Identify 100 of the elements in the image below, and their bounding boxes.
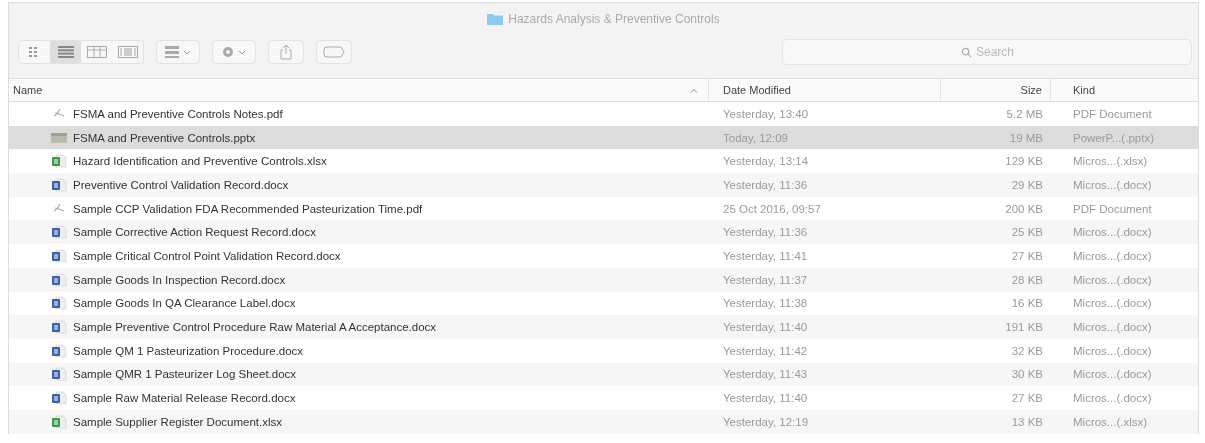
file-name: Sample Raw Material Release Record.docx xyxy=(73,392,296,405)
file-kind: Micros...(.docx) xyxy=(1073,368,1152,381)
file-kind: Micros...(.docx) xyxy=(1073,273,1152,286)
date-modified: Today, 12:09 xyxy=(723,131,788,144)
date-modified: Yesterday, 13:14 xyxy=(723,155,809,168)
file-row[interactable]: Sample Raw Material Release Record.docx Yesterday, 11:40 27 KB Micros...(.docx) xyxy=(9,386,1198,410)
docx-file-icon xyxy=(51,391,67,406)
file-name: FSMA and Preventive Controls.pptx xyxy=(73,131,256,144)
action-button[interactable] xyxy=(212,40,256,64)
column-header[interactable]: Kind xyxy=(1051,79,1198,101)
file-row[interactable]: Sample Goods In Inspection Record.docx Yesterday, 11:37 28 KB Micros...(.docx) xyxy=(9,267,1198,292)
date-modified: Yesterday, 11:41 xyxy=(723,249,808,262)
file-kind: PDF Document xyxy=(1073,107,1152,120)
tag-icon xyxy=(323,46,345,58)
list-view-icon xyxy=(57,46,74,58)
file-size: 5.2 MB xyxy=(1006,107,1043,120)
file-row[interactable]: Sample CCP Validation FDA Recommended Pasteurization Time.pdf 25 Oct 2016, 09:57 200 KB PDF Document xyxy=(9,196,1198,221)
file-kind: Micros...(.docx) xyxy=(1073,249,1152,262)
column-header[interactable]: Name xyxy=(9,79,709,101)
xlsx-file-icon xyxy=(51,414,67,429)
file-row[interactable]: FSMA and Preventive Controls Notes.pdf Yesterday, 13:40 5.2 MB PDF Document xyxy=(9,102,1198,126)
column-header[interactable]: Size xyxy=(941,79,1051,101)
file-kind: Micros...(.docx) xyxy=(1073,297,1152,310)
file-kind: Micros...(.docx) xyxy=(1073,226,1152,239)
file-name: Preventive Control Validation Record.docx xyxy=(73,178,289,191)
file-kind: Micros...(.xlsx) xyxy=(1073,155,1148,168)
date-modified: 25 Oct 2016, 09:57 xyxy=(723,202,821,215)
docx-file-icon xyxy=(51,343,67,358)
date-modified: Yesterday, 11:43 xyxy=(723,368,808,381)
date-modified: Yesterday, 11:36 xyxy=(723,178,808,191)
file-name: Sample QM 1 Pasteurization Procedure.docx xyxy=(73,344,304,357)
grid-menu-icon xyxy=(164,45,192,59)
file-size: 19 MB xyxy=(1009,131,1043,144)
file-kind: Micros...(.docx) xyxy=(1073,392,1152,405)
file-name: FSMA and Preventive Controls Notes.pdf xyxy=(73,107,283,120)
date-modified: Yesterday, 11:42 xyxy=(723,344,808,357)
file-size: 27 KB xyxy=(1011,392,1043,405)
file-kind: PowerP...(.pptx) xyxy=(1073,131,1154,144)
window-title: Hazards Analysis & Preventive Controls xyxy=(508,12,720,26)
file-name: Sample Preventive Control Procedure Raw Material A Acceptance.docx xyxy=(73,321,437,334)
date-modified: Yesterday, 11:38 xyxy=(723,297,808,310)
file-kind: Micros...(.docx) xyxy=(1073,178,1152,191)
file-row[interactable]: Hazard Identification and Preventive Controls.xlsx Yesterday, 13:14 129 KB Micros...(.xlsx) xyxy=(9,149,1198,174)
search-icon xyxy=(961,47,972,58)
columns-view-icon xyxy=(86,46,107,58)
date-modified: Yesterday, 13:40 xyxy=(723,107,809,120)
file-size: 191 KB xyxy=(1005,321,1043,334)
file-row[interactable]: Sample QMR 1 Pasteurizer Log Sheet.docx Yesterday, 11:43 30 KB Micros...(.docx) xyxy=(9,362,1198,387)
view-switcher[interactable] xyxy=(18,40,144,64)
file-name: Sample CCP Validation FDA Recommended Pasteurization Time.pdf xyxy=(73,202,423,215)
file-size: 16 KB xyxy=(1011,297,1043,310)
file-size: 28 KB xyxy=(1011,273,1043,286)
docx-file-icon xyxy=(51,225,67,240)
file-size: 200 KB xyxy=(1005,202,1043,215)
file-size: 13 KB xyxy=(1011,415,1043,428)
file-kind: Micros...(.docx) xyxy=(1073,344,1152,357)
file-row[interactable]: Sample Goods In QA Clearance Label.docx Yesterday, 11:38 16 KB Micros...(.docx) xyxy=(9,291,1198,316)
file-row[interactable]: Sample Critical Control Point Validation Record.docx Yesterday, 11:41 27 KB Micros...(.docx) xyxy=(9,244,1198,268)
gear-menu-icon xyxy=(220,45,248,59)
file-kind: Micros...(.xlsx) xyxy=(1073,415,1148,428)
file-row[interactable]: Sample Supplier Register Document.xlsx Yesterday, 12:19 13 KB Micros...(.xlsx) xyxy=(9,409,1198,434)
file-name: Sample Corrective Action Request Record.docx xyxy=(73,226,316,239)
docx-file-icon xyxy=(51,248,67,263)
file-size: 25 KB xyxy=(1011,226,1043,239)
tag-button[interactable] xyxy=(316,40,352,64)
file-name: Sample Goods In Inspection Record.docx xyxy=(73,273,286,286)
date-modified: Yesterday, 11:36 xyxy=(723,226,808,239)
xlsx-file-icon xyxy=(51,154,67,169)
date-modified: Yesterday, 11:37 xyxy=(723,273,808,286)
date-modified: Yesterday, 12:19 xyxy=(723,415,809,428)
file-size: 32 KB xyxy=(1011,344,1043,357)
gallery-view-icon xyxy=(117,46,138,58)
file-name: Sample Critical Control Point Validation Record.docx xyxy=(73,249,341,262)
file-name: Sample Supplier Register Document.xlsx xyxy=(73,415,282,428)
file-row[interactable]: Sample QM 1 Pasteurization Procedure.docx Yesterday, 11:42 32 KB Micros...(.docx) xyxy=(9,338,1198,363)
date-modified: Yesterday, 11:40 xyxy=(723,392,808,405)
file-kind: Micros...(.docx) xyxy=(1073,321,1152,334)
file-size: 27 KB xyxy=(1011,249,1043,262)
file-size: 30 KB xyxy=(1011,368,1043,381)
pptx-file-icon xyxy=(51,130,67,145)
docx-file-icon xyxy=(51,272,67,287)
list-view-button[interactable] xyxy=(50,41,81,63)
file-name: Sample QMR 1 Pasteurizer Log Sheet.docx xyxy=(73,368,297,381)
file-row[interactable]: Preventive Control Validation Record.docx Yesterday, 11:36 29 KB Micros...(.docx) xyxy=(9,173,1198,197)
search-field[interactable]: Search xyxy=(782,39,1192,65)
share-icon xyxy=(280,44,292,60)
column-header[interactable]: Date Modified xyxy=(709,79,941,101)
file-name: Sample Goods In QA Clearance Label.docx xyxy=(73,297,296,310)
arrange-button[interactable] xyxy=(156,40,200,64)
share-button[interactable] xyxy=(268,40,304,64)
file-size: 29 KB xyxy=(1011,178,1043,191)
file-row[interactable]: Sample Corrective Action Request Record.docx Yesterday, 11:36 25 KB Micros...(.docx) xyxy=(9,220,1198,245)
file-size: 129 KB xyxy=(1005,155,1043,168)
file-row[interactable]: Sample Preventive Control Procedure Raw Material A Acceptance.docx Yesterday, 11:40 191 KB Micros...(.docx) xyxy=(9,315,1198,339)
docx-file-icon xyxy=(51,367,67,382)
file-row[interactable]: FSMA and Preventive Controls.pptx Today, 12:09 19 MB PowerP...(.pptx) xyxy=(9,125,1198,150)
file-kind: PDF Document xyxy=(1073,202,1152,215)
docx-file-icon xyxy=(51,320,67,335)
file-name: Hazard Identification and Preventive Controls.xlsx xyxy=(73,155,327,168)
date-modified: Yesterday, 11:40 xyxy=(723,321,808,334)
